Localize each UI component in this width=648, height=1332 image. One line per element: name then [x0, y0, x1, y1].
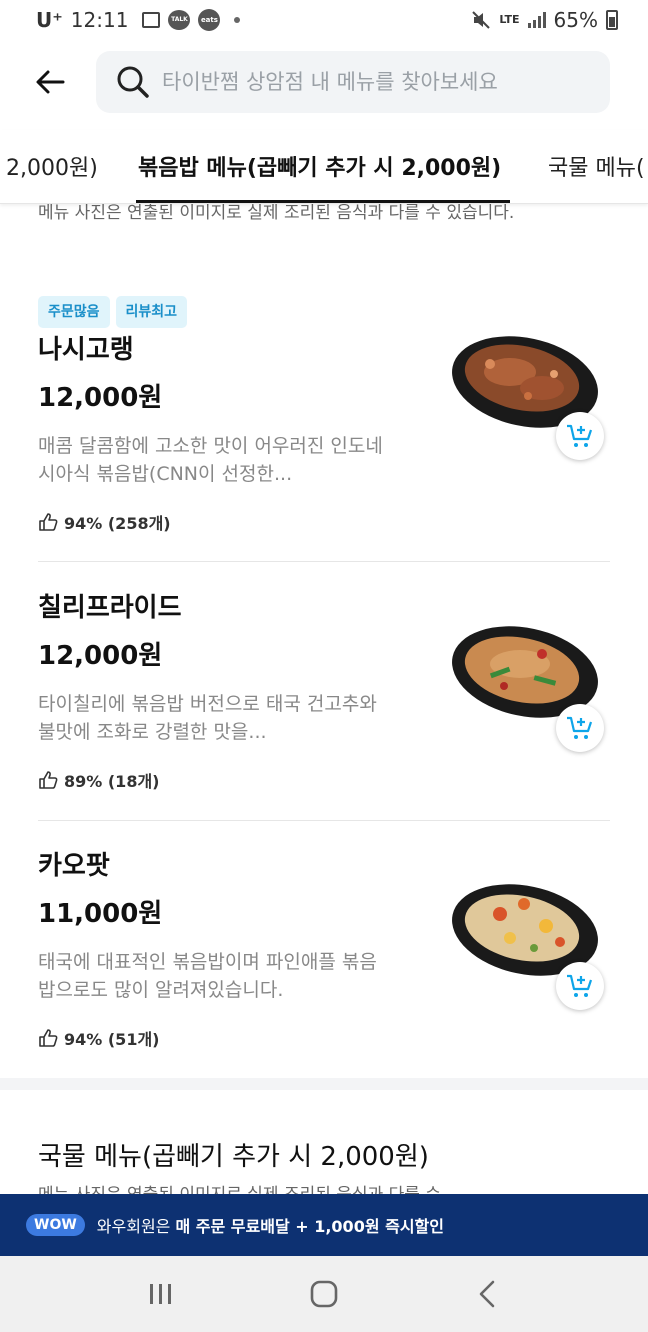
- add-to-cart-button[interactable]: [556, 704, 604, 752]
- battery-icon: [606, 10, 618, 30]
- cart-plus-icon: [567, 716, 593, 739]
- category-tabs: 2,000원) 볶음밥 메뉴(곱빼기 추가 시 2,000원) 국물 메뉴(: [0, 130, 648, 204]
- more-notifications-icon: [234, 17, 241, 23]
- status-bar: U⁺ 12:11 TALK eats LTE 65%: [0, 0, 648, 40]
- chevron-left-icon: [479, 1280, 494, 1308]
- home-button[interactable]: [294, 1264, 354, 1324]
- item-divider: [38, 561, 610, 562]
- item-name: 칠리프라이드: [38, 593, 182, 623]
- network-type: LTE: [499, 13, 520, 26]
- rating-text: 89% (18개): [64, 772, 160, 791]
- kakaotalk-notification-icon: TALK: [168, 10, 191, 30]
- battery-percent: 65%: [553, 8, 598, 32]
- signal-icon: [527, 12, 546, 28]
- add-to-cart-button[interactable]: [556, 962, 604, 1010]
- item-rating: 94% (51개): [38, 1026, 610, 1050]
- header: [0, 48, 648, 118]
- home-icon: [310, 1280, 338, 1308]
- cart-plus-icon: [567, 974, 593, 997]
- add-to-cart-button[interactable]: [556, 412, 604, 460]
- recent-apps-icon: [150, 1284, 172, 1304]
- search-icon: [117, 66, 149, 98]
- wow-badge: WOW: [26, 1214, 85, 1236]
- thumbs-up-icon: [39, 513, 58, 531]
- clock: 12:11: [70, 8, 129, 32]
- wow-text-benefit: 매 주문 무료배달 + 1,000원 즉시할인: [175, 1217, 444, 1236]
- item-description: 타이칠리에 볶음밥 버전으로 태국 건고추와 불맛에 조화로 강렬한 맛을...: [38, 693, 377, 743]
- recent-apps-button[interactable]: [131, 1264, 191, 1324]
- item-description: 태국에 대표적인 볶음밥이며 파인애플 볶음밥으로도 많이 알려져있습니다.: [38, 951, 377, 1001]
- coupang-eats-notification-icon: eats: [198, 9, 221, 31]
- badge-most-ordered: 주문많음: [38, 296, 110, 328]
- mute-icon: [472, 11, 491, 29]
- item-divider: [38, 820, 610, 821]
- item-name: 카오팟: [38, 851, 110, 881]
- rating-text: 94% (258개): [64, 514, 171, 533]
- thumbs-up-icon: [39, 771, 58, 789]
- wow-membership-banner[interactable]: WOW 와우회원은 매 주문 무료배달 + 1,000원 즉시할인: [0, 1194, 648, 1256]
- section-title-soup: 국물 메뉴(곱빼기 추가 시 2,000원): [38, 1142, 429, 1172]
- thumbs-up-icon: [39, 1029, 58, 1047]
- item-description: 매콤 달콤함에 고소한 맛이 어우러진 인도네시아식 볶음밥(CNN이 선정한.…: [38, 435, 383, 485]
- active-tab-indicator: [136, 200, 510, 203]
- gallery-notification-icon: [142, 12, 161, 28]
- back-button[interactable]: [22, 60, 78, 104]
- item-rating: 89% (18개): [38, 768, 610, 792]
- tab-fried-rice[interactable]: 볶음밥 메뉴(곱빼기 추가 시 2,000원): [138, 150, 501, 182]
- back-nav-button[interactable]: [457, 1264, 517, 1324]
- cart-plus-icon: [567, 424, 593, 447]
- rating-text: 94% (51개): [64, 1030, 160, 1049]
- back-arrow-icon: [36, 70, 65, 94]
- tab-soup[interactable]: 국물 메뉴(: [548, 150, 645, 182]
- search-input[interactable]: [162, 70, 582, 94]
- item-rating: 94% (258개): [38, 510, 610, 534]
- badge-best-review: 리뷰최고: [115, 296, 188, 328]
- search-box[interactable]: [96, 51, 610, 113]
- wow-banner-text: 와우회원은 매 주문 무료배달 + 1,000원 즉시할인: [97, 1213, 444, 1237]
- section-separator: [0, 1078, 648, 1090]
- item-badges: 주문많음 리뷰최고: [38, 296, 610, 328]
- wow-text-prefix: 와우회원은: [96, 1217, 176, 1236]
- system-nav-bar: [0, 1256, 648, 1332]
- carrier-label: U⁺: [36, 8, 63, 32]
- tab-side-dish[interactable]: 2,000원): [6, 150, 98, 182]
